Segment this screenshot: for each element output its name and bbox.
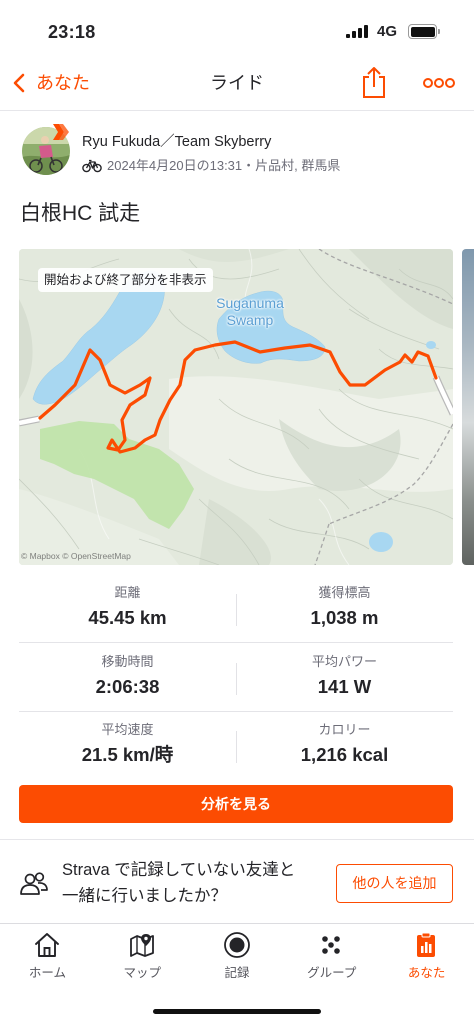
stats-row: 移動時間 2:06:38 平均パワー 141 W — [19, 645, 453, 712]
stat-value: 1,216 kcal — [300, 744, 389, 765]
stat-value: 45.45 km — [88, 607, 167, 628]
stats-row: 距離 45.45 km 獲得標高 1,038 m — [19, 576, 453, 643]
activity-photo-peek[interactable] — [462, 249, 474, 565]
tab-bar: ホーム マップ 記録 グループ あなた — [0, 923, 474, 993]
stat-elevation-gain: 獲得標高 1,038 m — [236, 576, 453, 643]
tab-label: ホーム — [28, 966, 66, 980]
stat-label: 距離 — [114, 585, 141, 600]
stat-distance: 距離 45.45 km — [19, 576, 236, 643]
status-time: 23:18 — [48, 22, 96, 42]
tab-label: グループ — [307, 966, 357, 980]
tab-label: マップ — [123, 966, 161, 980]
share-button[interactable] — [361, 65, 387, 99]
stat-avg-speed: 平均速度 21.5 km/時 — [19, 713, 236, 780]
signal-icon — [346, 25, 370, 38]
section-divider — [0, 839, 474, 840]
activity-title: 白根HC 試走 — [20, 202, 141, 225]
stat-moving-time: 移動時間 2:06:38 — [19, 645, 236, 712]
share-icon — [363, 67, 385, 98]
tab-map[interactable]: マップ — [95, 924, 190, 994]
view-analysis-button[interactable]: 分析を見る — [19, 785, 453, 823]
stat-calories: カロリー 1,216 kcal — [236, 713, 453, 780]
tab-label: あなた — [407, 966, 446, 980]
stat-label: 平均速度 — [101, 722, 154, 737]
map-place-label: Suganuma Swamp — [205, 295, 295, 329]
stat-label: 獲得標高 — [318, 585, 371, 600]
invite-text-line2: 一緒に行いましたか？ — [62, 887, 227, 905]
invite-text-line1: Strava で記録していない友達と — [62, 861, 296, 879]
battery-icon — [408, 24, 437, 39]
network-type: 4G — [377, 23, 398, 40]
home-indicator[interactable] — [153, 1009, 321, 1014]
stat-avg-power: 平均パワー 141 W — [236, 645, 453, 712]
tab-record[interactable]: 記録 — [190, 924, 285, 994]
tab-groups[interactable]: グループ — [284, 924, 379, 994]
activity-date-location: 2024年4月20日の13:31・片品村, 群馬県 — [107, 158, 341, 173]
map-icon — [129, 934, 154, 957]
stat-value: 1,038 m — [310, 607, 379, 628]
stat-label: 移動時間 — [101, 654, 154, 669]
stats-row: 平均速度 21.5 km/時 カロリー 1,216 kcal — [19, 713, 453, 780]
bike-icon — [82, 159, 102, 173]
record-icon — [223, 932, 250, 958]
people-icon — [19, 869, 49, 897]
battery-cap — [438, 29, 440, 34]
place-label-line1: Suganuma — [216, 295, 284, 311]
athlete-name[interactable]: Ryu Fukuda／Team Skyberry — [82, 132, 271, 152]
place-label-line2: Swamp — [226, 312, 274, 328]
stat-label: カロリー — [318, 722, 371, 737]
tab-home[interactable]: ホーム — [0, 924, 95, 994]
tab-label: 記録 — [224, 966, 250, 980]
back-button[interactable]: あなた — [8, 66, 108, 100]
add-others-button[interactable]: 他の人を追加 — [336, 864, 453, 903]
back-label: あなた — [36, 73, 90, 93]
stat-value: 141 W — [317, 676, 372, 697]
stat-value: 21.5 km/時 — [81, 744, 174, 765]
group-icon — [322, 936, 341, 954]
hide-start-end-toggle[interactable]: 開始および終了部分を非表示 — [38, 268, 213, 292]
more-icon — [423, 78, 455, 88]
stat-value: 2:06:38 — [95, 676, 160, 697]
you-icon — [417, 932, 436, 957]
invite-prompt: Strava で記録していない友達と 一緒に行いましたか？ — [62, 857, 327, 909]
subscriber-badge-icon — [52, 124, 70, 140]
stat-label: 平均パワー — [311, 654, 377, 669]
home-icon — [35, 933, 59, 957]
more-button[interactable] — [422, 72, 456, 94]
tab-you[interactable]: あなた — [379, 924, 474, 994]
header-divider — [0, 110, 474, 111]
chevron-left-icon — [13, 73, 25, 93]
route-map[interactable]: 開始および終了部分を非表示 Suganuma Swamp © Mapbox © … — [19, 249, 453, 565]
map-attribution[interactable]: © Mapbox © OpenStreetMap — [21, 551, 131, 562]
